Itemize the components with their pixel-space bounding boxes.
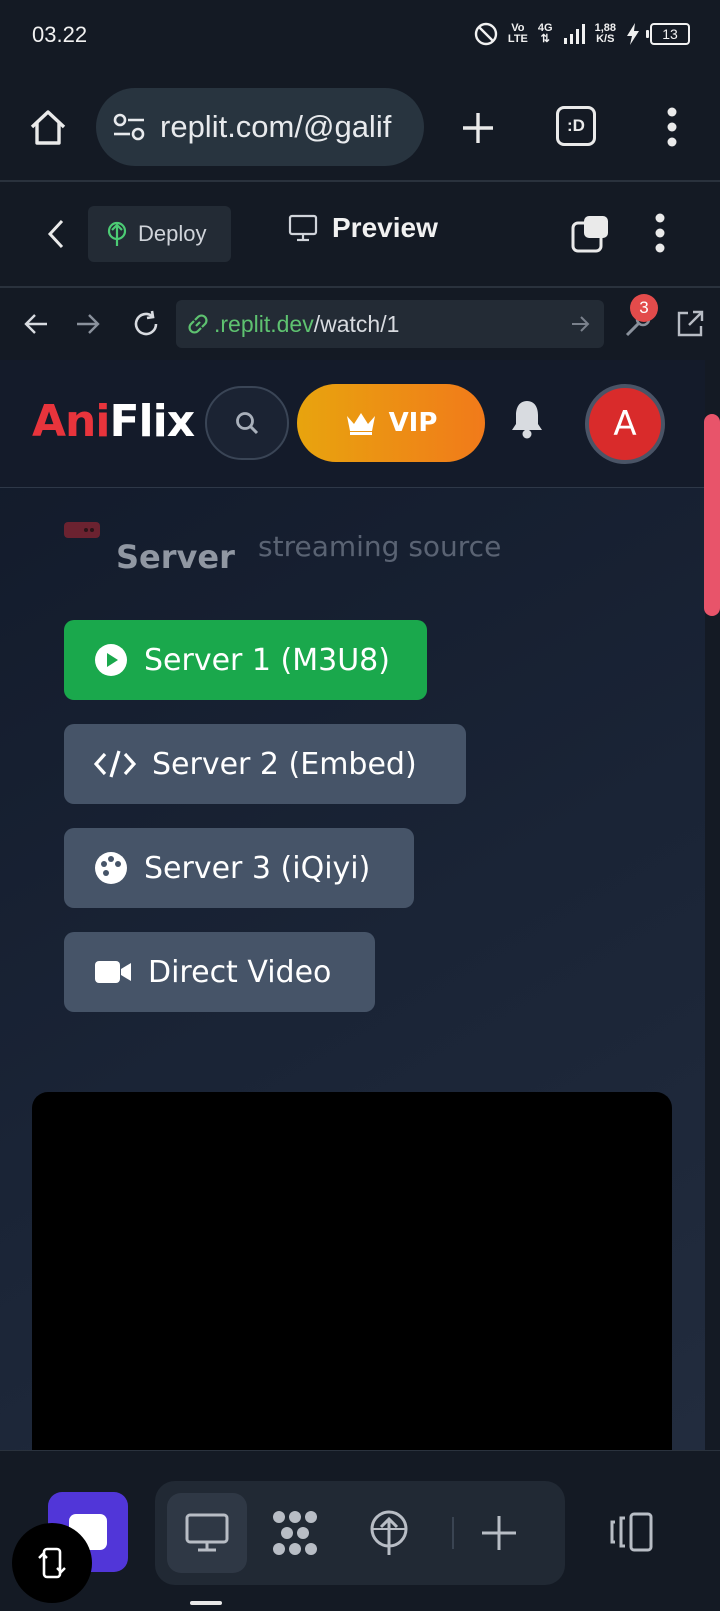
browser-toolbar: replit.com/@galif :D (0, 74, 720, 180)
charging-icon (627, 23, 639, 45)
crown-icon (346, 413, 375, 435)
webpage-content: AniFlix VIP A Server streaming source Se… (0, 360, 705, 1450)
avatar[interactable]: A (585, 384, 665, 464)
server-1-label: Server 1 (M3U8) (144, 642, 390, 678)
server-heading: Server streaming source (64, 520, 624, 580)
rotate-toggle-button[interactable] (12, 1523, 92, 1603)
video-player[interactable] (32, 1092, 672, 1450)
server-2-button[interactable]: Server 2 (Embed) (64, 724, 466, 804)
browser-menu-icon[interactable] (656, 104, 688, 150)
desktop-monitor-icon[interactable] (183, 1511, 231, 1555)
add-tool-icon[interactable] (477, 1511, 521, 1555)
signal-icon (563, 24, 585, 44)
workflows-icon[interactable] (269, 1507, 321, 1559)
site-settings-icon[interactable] (112, 112, 146, 142)
back-chevron-icon[interactable] (40, 212, 72, 256)
monitor-icon (288, 214, 318, 242)
reload-icon[interactable] (124, 302, 168, 346)
server-subtitle: streaming source (258, 530, 502, 563)
notification-bell-icon[interactable] (508, 398, 546, 444)
nav-back-icon[interactable] (16, 304, 56, 344)
vip-label: VIP (388, 408, 438, 438)
server-icon (64, 522, 100, 538)
home-indicator (190, 1601, 222, 1605)
direct-video-label: Direct Video (148, 954, 332, 990)
preview-tab[interactable]: Preview (288, 212, 438, 244)
direct-video-button[interactable]: Direct Video (64, 932, 375, 1012)
status-bar: 03.22 Vo LTE 4G ⇅ 1,88 K/S 13 (0, 0, 720, 74)
deploy-globe-icon[interactable] (365, 1507, 413, 1559)
server-2-label: Server 2 (Embed) (152, 746, 417, 782)
server-title: Server (116, 538, 235, 576)
server-3-label: Server 3 (iQiyi) (144, 850, 371, 886)
url-bar[interactable]: replit.com/@galif (96, 88, 424, 166)
webview-address-bar[interactable]: .replit.dev/watch/1 (176, 300, 604, 348)
rotate-icon (38, 1547, 66, 1579)
battery-indicator: 13 (646, 23, 690, 45)
link-icon (188, 314, 208, 334)
play-circle-icon (95, 644, 127, 676)
scrollbar-thumb[interactable] (704, 414, 720, 616)
replit-header: Deploy Preview (0, 182, 720, 286)
code-icon (94, 750, 136, 778)
new-tab-icon[interactable] (456, 106, 500, 150)
site-header: AniFlix VIP A (0, 360, 705, 488)
devtools-badge: 3 (630, 294, 658, 322)
status-icons: Vo LTE 4G ⇅ 1,88 K/S 13 (474, 22, 690, 46)
server-3-button[interactable]: Server 3 (iQiyi) (64, 828, 414, 908)
address-domain: .replit.dev (214, 310, 314, 337)
status-time: 03.22 (32, 22, 88, 47)
webview-nav: .replit.dev/watch/1 3 (0, 288, 720, 360)
volte-indicator: Vo LTE (507, 22, 528, 45)
tabs-icon[interactable] (568, 212, 612, 256)
deploy-button[interactable]: Deploy (88, 206, 231, 262)
replit-menu-icon[interactable] (644, 210, 676, 256)
search-button[interactable] (205, 386, 289, 460)
palette-icon (95, 852, 127, 884)
do-not-disturb-icon (474, 22, 498, 46)
divider (452, 1517, 454, 1549)
server-1-button[interactable]: Server 1 (M3U8) (64, 620, 427, 700)
search-icon (236, 412, 259, 435)
address-path: /watch/1 (313, 310, 400, 337)
vip-button[interactable]: VIP (297, 384, 485, 462)
video-camera-icon (95, 961, 131, 983)
data-speed: 1,88 K/S (594, 22, 616, 45)
deploy-label: Deploy (138, 221, 207, 246)
go-arrow-icon[interactable] (570, 314, 590, 334)
tool-group (155, 1481, 565, 1585)
site-logo[interactable]: AniFlix (32, 396, 195, 447)
layout-panel-icon[interactable] (606, 1507, 656, 1557)
nav-forward-icon[interactable] (68, 304, 108, 344)
open-external-icon[interactable] (668, 302, 712, 346)
network-type: 4G ⇅ (537, 22, 553, 45)
replit-bottom-bar (0, 1450, 720, 1611)
tab-switcher-button[interactable]: :D (556, 106, 596, 146)
home-icon[interactable] (26, 106, 70, 150)
deploy-icon (107, 221, 127, 246)
url-text: replit.com/@galif (160, 109, 392, 144)
preview-label: Preview (332, 212, 438, 243)
